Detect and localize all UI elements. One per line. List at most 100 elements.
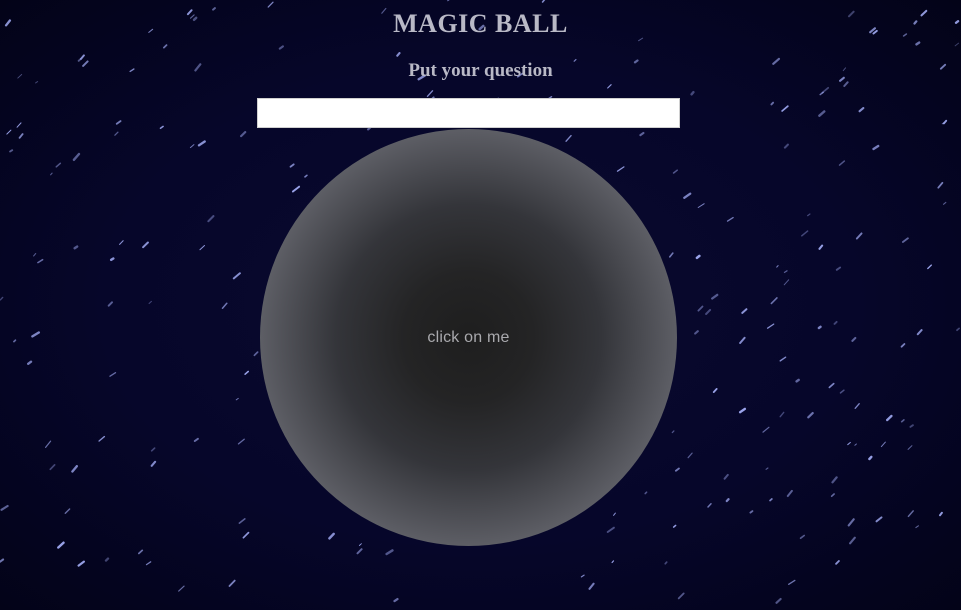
star — [779, 356, 787, 362]
star — [0, 504, 9, 511]
star — [237, 438, 245, 445]
star — [725, 498, 730, 503]
star — [872, 144, 880, 151]
star — [37, 258, 44, 264]
star — [6, 129, 12, 135]
star — [900, 419, 905, 423]
star — [901, 237, 909, 243]
question-input[interactable] — [257, 98, 680, 128]
star — [855, 232, 863, 240]
star — [148, 300, 152, 305]
star — [749, 510, 754, 514]
star — [358, 543, 362, 546]
star — [49, 464, 56, 471]
star — [886, 414, 893, 422]
star — [588, 582, 595, 590]
star — [711, 293, 719, 300]
star — [807, 213, 811, 217]
star — [606, 526, 615, 533]
star — [956, 327, 960, 332]
star — [831, 476, 838, 484]
star — [723, 473, 729, 480]
star — [267, 1, 274, 8]
ball-label: click on me — [427, 328, 510, 346]
star — [707, 503, 712, 508]
star — [291, 185, 301, 193]
star — [694, 330, 699, 335]
star — [72, 152, 81, 162]
star — [838, 160, 846, 166]
star — [766, 323, 775, 329]
star — [783, 143, 789, 149]
star — [199, 244, 206, 251]
star — [828, 382, 835, 389]
magic-ball-button[interactable]: click on me — [260, 129, 677, 546]
star — [607, 84, 612, 89]
star — [565, 134, 572, 142]
star — [900, 343, 906, 348]
star — [671, 430, 675, 434]
star — [795, 378, 800, 383]
star — [672, 524, 677, 528]
star — [839, 389, 845, 394]
star — [907, 510, 914, 518]
question-prompt: Put your question — [408, 60, 553, 81]
star — [109, 372, 117, 377]
star — [880, 441, 886, 448]
star — [915, 525, 919, 529]
star — [138, 549, 144, 555]
star — [833, 320, 838, 325]
star — [64, 508, 71, 514]
star — [854, 403, 860, 409]
star — [668, 252, 674, 258]
star — [328, 532, 335, 540]
star — [189, 144, 195, 149]
star — [142, 241, 149, 249]
star — [396, 52, 401, 57]
star — [238, 518, 246, 524]
star — [818, 244, 824, 250]
star — [843, 81, 849, 88]
star — [393, 597, 399, 603]
star — [783, 270, 788, 274]
star — [580, 574, 585, 578]
star — [858, 107, 865, 113]
star — [228, 579, 236, 587]
star — [937, 181, 944, 189]
star — [875, 516, 883, 523]
star — [613, 512, 616, 516]
star — [677, 592, 685, 600]
star — [244, 370, 249, 375]
star — [639, 131, 645, 137]
star — [73, 245, 79, 250]
star — [33, 252, 37, 257]
star — [235, 397, 239, 401]
star — [786, 489, 793, 498]
star — [98, 435, 106, 442]
star — [44, 440, 52, 449]
star — [781, 105, 789, 112]
star — [697, 305, 704, 312]
star — [253, 351, 259, 357]
star — [107, 301, 113, 307]
star — [687, 452, 693, 459]
star — [683, 192, 692, 199]
star — [27, 360, 33, 365]
star — [0, 296, 4, 301]
star — [289, 163, 295, 168]
star — [13, 339, 17, 343]
star — [712, 387, 718, 394]
star — [909, 424, 914, 428]
star — [611, 560, 615, 564]
star — [779, 411, 785, 418]
star — [697, 203, 705, 208]
star — [163, 44, 168, 49]
star — [738, 407, 747, 414]
star — [916, 329, 923, 336]
star — [741, 308, 748, 314]
star — [119, 240, 124, 245]
star — [695, 254, 701, 260]
star — [801, 230, 809, 237]
star — [770, 101, 775, 106]
star — [835, 266, 842, 271]
